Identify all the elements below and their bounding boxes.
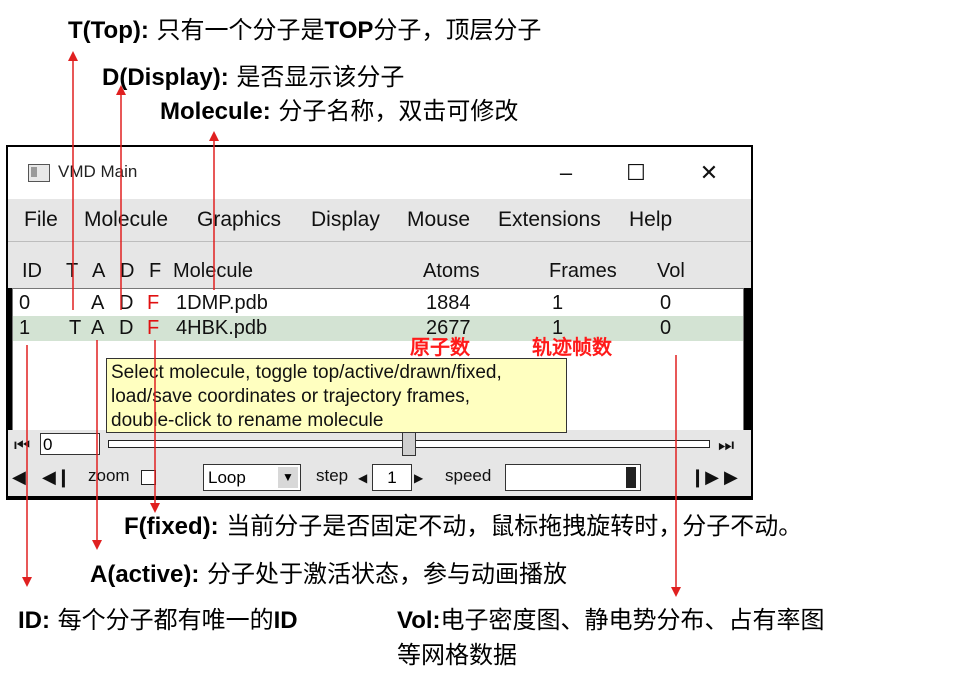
annotation-fixed: F(fixed): 当前分子是否固定不动，鼠标拖拽旋转时，分子不动。 — [124, 512, 803, 540]
annotation-vol-line2: 等网格数据 — [397, 641, 517, 669]
annotation-id: ID: 每个分子都有唯一的ID — [18, 606, 298, 634]
annotation-active: A(active): 分子处于激活状态，参与动画播放 — [90, 560, 567, 588]
annotation-vol: Vol:电子密度图、静电势分布、占有率图 — [397, 606, 825, 634]
